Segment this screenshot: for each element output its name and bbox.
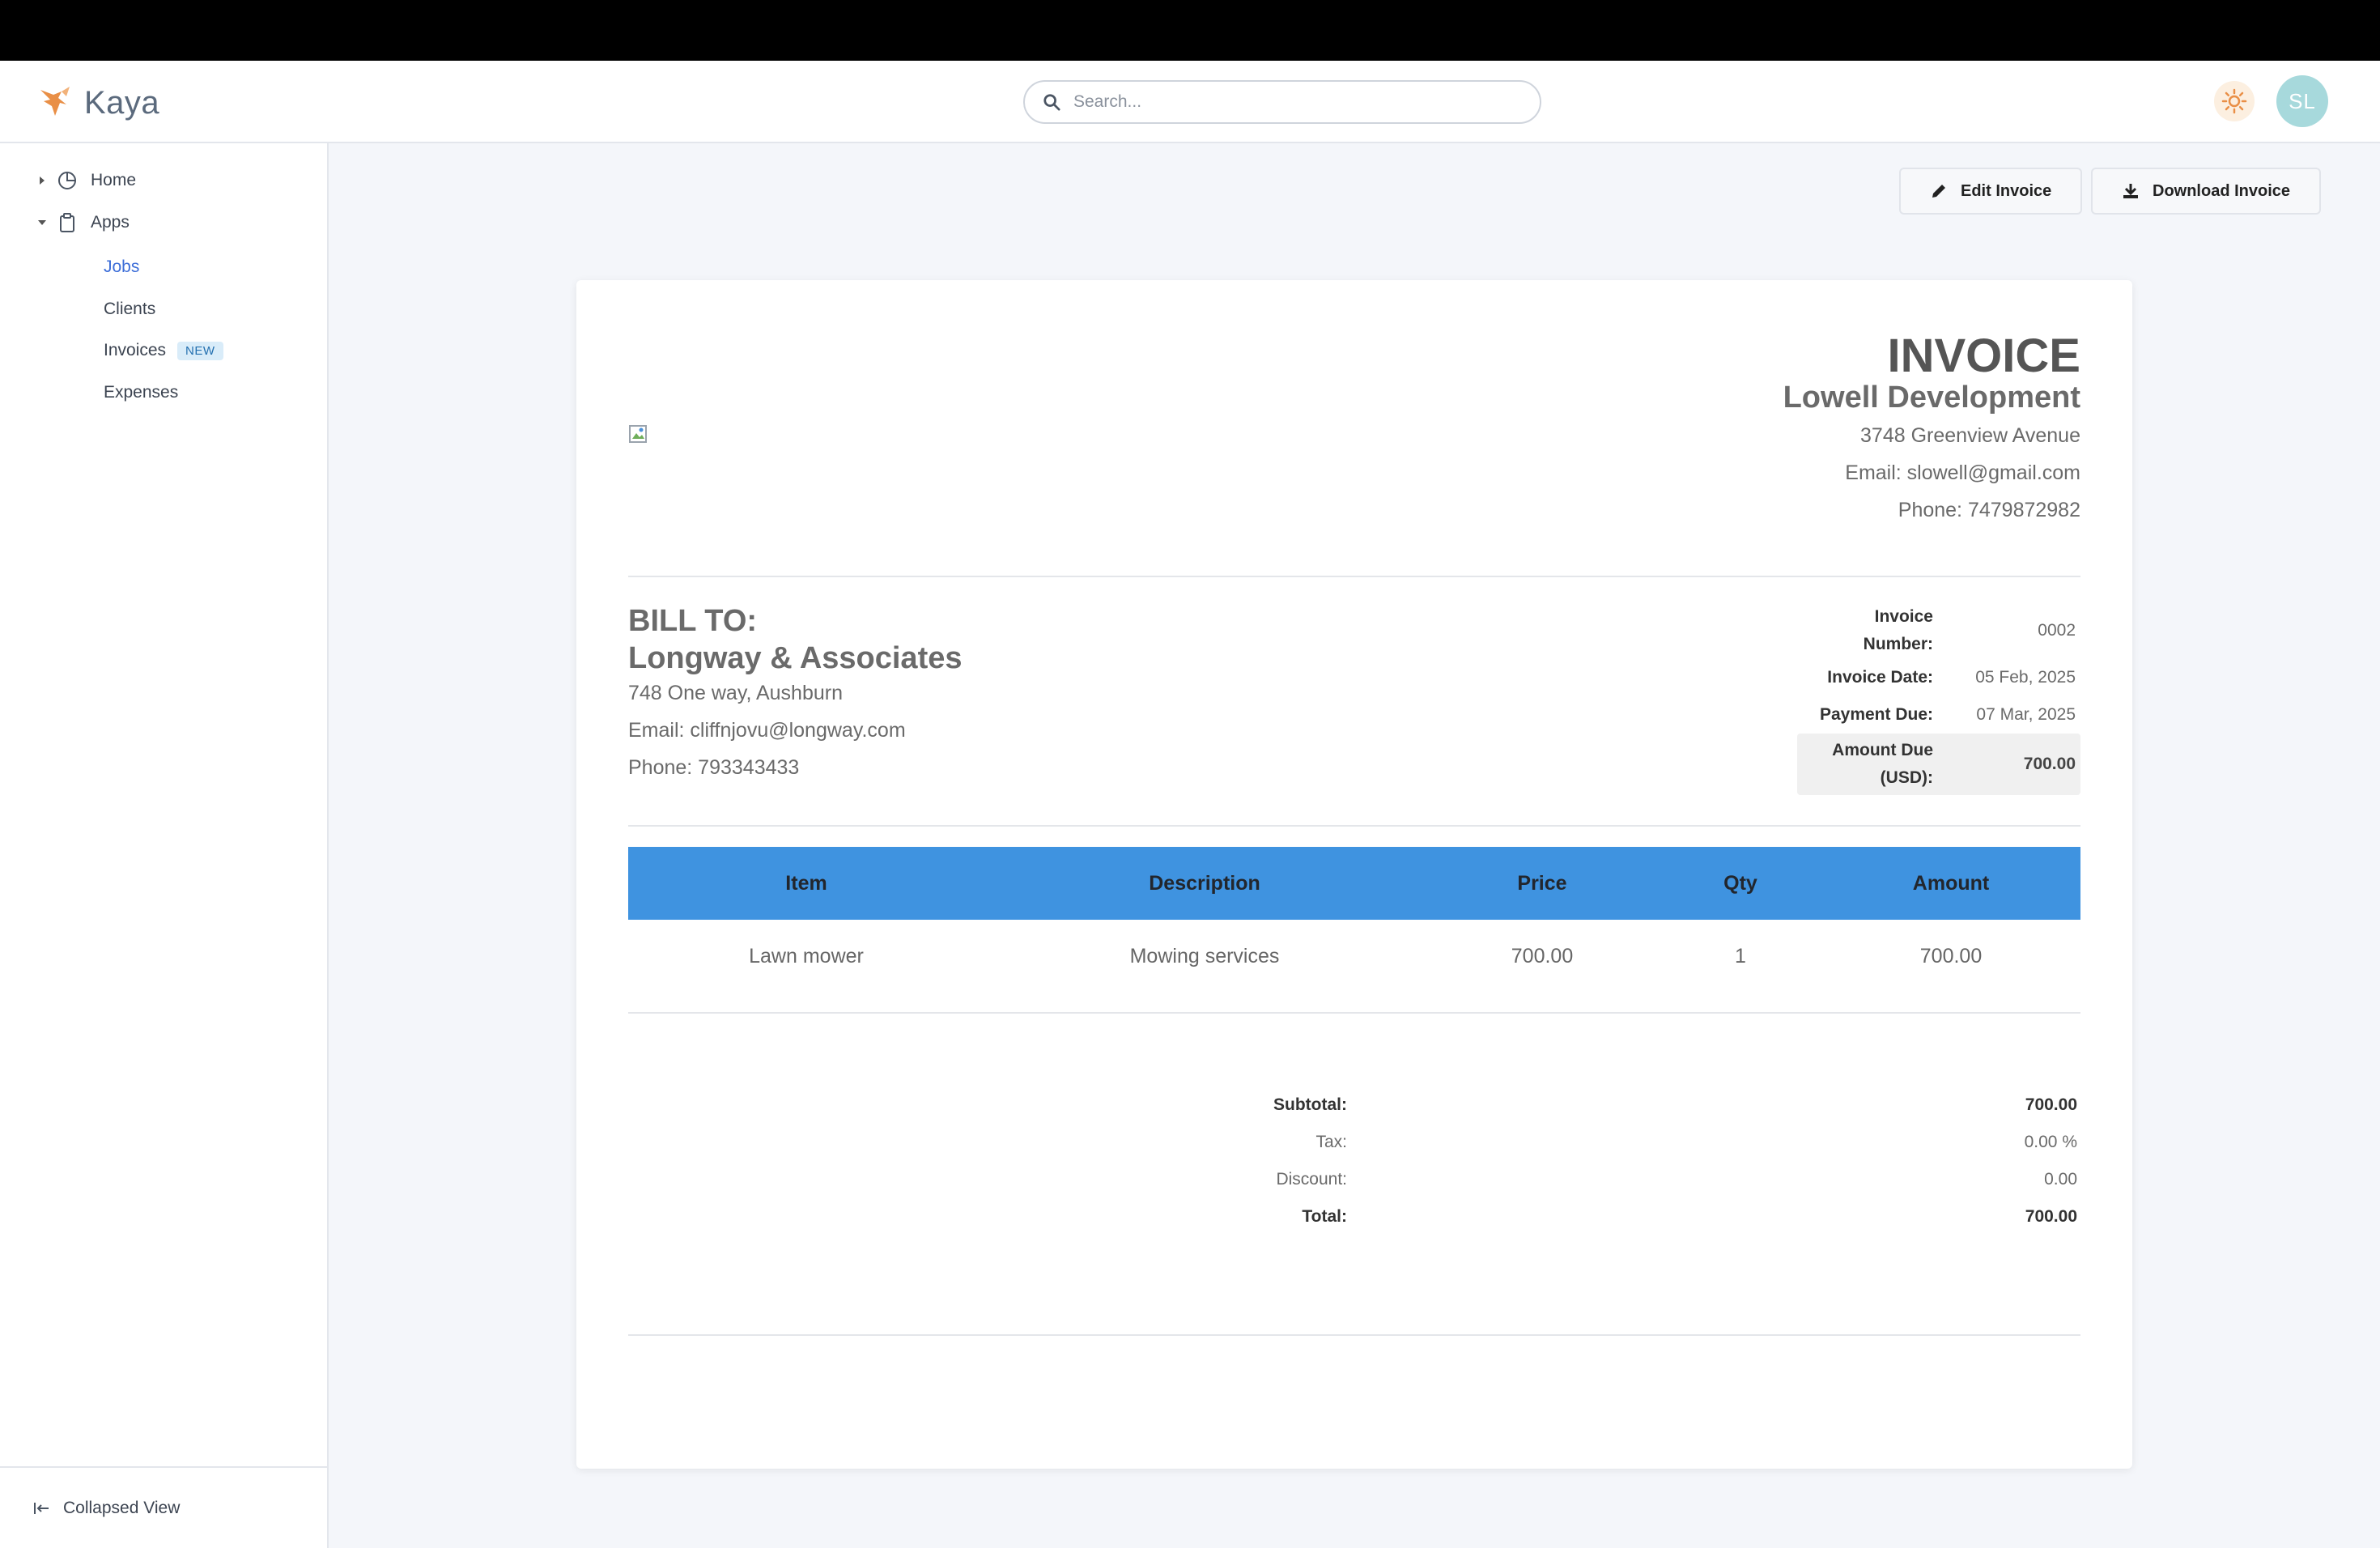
table-cell: 700.00 — [1919, 944, 1983, 968]
app-header: Kaya SL — [0, 61, 2380, 143]
download-invoice-button[interactable]: Download Invoice — [2091, 168, 2322, 215]
search-input[interactable] — [1073, 92, 1511, 112]
total-value: 700.00 — [2025, 1207, 2077, 1226]
edit-invoice-button[interactable]: Edit Invoice — [1899, 168, 2083, 215]
tax-label: Tax: — [1315, 1133, 1347, 1151]
invoice-title: INVOICE — [1887, 330, 2081, 382]
sender-phone: Phone: 7479872982 — [1898, 499, 2080, 521]
column-header: Item — [785, 871, 827, 895]
amount-due-value: 700.00 — [2023, 755, 2076, 773]
fox-logo-icon — [40, 87, 70, 116]
sidebar-item-label: Invoices — [104, 341, 167, 359]
caret-down-icon — [36, 216, 49, 229]
table-cell: 700.00 — [1511, 944, 1574, 968]
sidebar-item-invoices[interactable]: Invoices NEW — [104, 341, 223, 360]
discount-value: 0.00 — [2044, 1170, 2077, 1189]
sender-address: 3748 Greenview Avenue — [1860, 424, 2080, 447]
sidebar-item-expenses[interactable]: Expenses — [104, 383, 178, 402]
invoice-number-label: Invoice Number: — [1863, 607, 1933, 653]
search-icon — [1043, 94, 1060, 111]
invoice-date-value: 05 Feb, 2025 — [1975, 668, 2076, 687]
subtotal-value: 700.00 — [2025, 1095, 2077, 1114]
bill-to-heading: BILL TO: Longway & Associates — [628, 602, 963, 677]
new-badge: NEW — [177, 341, 223, 360]
bill-to-phone: Phone: 793343433 — [628, 756, 800, 779]
table-header: Item Description Price Qty Amount — [628, 847, 2080, 920]
line-items-table: Item Description Price Qty Amount Lawn m… — [628, 847, 2080, 993]
sidebar: Home Apps Jobs Clients Invoices NEW Expe… — [0, 143, 329, 1548]
sidebar-item-jobs[interactable]: Jobs — [104, 257, 139, 277]
invoice-date-label: Invoice Date: — [1827, 668, 1933, 687]
bill-to-label: BILL TO: — [628, 604, 758, 638]
divider — [628, 825, 2080, 827]
broken-image-icon — [629, 425, 647, 443]
sidebar-item-label: Clients — [104, 300, 156, 318]
sun-icon — [2221, 88, 2247, 114]
discount-label: Discount: — [1276, 1170, 1347, 1189]
sidebar-item-label: Home — [91, 171, 137, 189]
collapse-left-icon — [34, 1503, 49, 1514]
divider — [628, 576, 2080, 577]
tax-row: Tax: 0.00 % — [576, 1133, 2132, 1165]
divider — [628, 1012, 2080, 1014]
edit-invoice-label: Edit Invoice — [1961, 181, 2052, 200]
column-header: Qty — [1723, 871, 1757, 895]
subtotal-row: Subtotal: 700.00 — [576, 1095, 2132, 1128]
table-cell: 1 — [1735, 944, 1746, 968]
column-header: Amount — [1912, 871, 1990, 895]
collapse-sidebar-button[interactable]: Collapsed View — [32, 1499, 180, 1518]
sidebar-item-label: Apps — [91, 213, 130, 232]
sender-email: Email: slowell@gmail.com — [1845, 461, 2080, 484]
invoice-meta: Invoice Number: 0002 Invoice Date: 05 Fe… — [1797, 602, 2080, 795]
table-cell: Lawn mower — [749, 944, 864, 968]
download-invoice-label: Download Invoice — [2153, 181, 2291, 200]
amount-due-row: Amount Due (USD): 700.00 — [1797, 734, 2080, 795]
sidebar-item-home[interactable]: Home — [36, 170, 136, 191]
search-bar[interactable] — [1023, 80, 1541, 124]
sidebar-footer: Collapsed View — [0, 1466, 327, 1548]
app-name: Kaya — [84, 84, 160, 121]
bill-to-company: Longway & Associates — [628, 641, 963, 675]
divider — [628, 1334, 2080, 1336]
invoice-document: INVOICE Lowell Development 3748 Greenvie… — [576, 280, 2132, 1469]
discount-row: Discount: 0.00 — [576, 1170, 2132, 1202]
amount-due-label: Amount Due (USD): — [1832, 741, 1933, 787]
payment-due-row: Payment Due: 07 Mar, 2025 — [1797, 696, 2080, 734]
invoice-number-value: 0002 — [2038, 621, 2076, 640]
pie-chart-icon — [58, 172, 76, 189]
download-icon — [2123, 184, 2138, 198]
pencil-icon — [1932, 185, 1945, 198]
invoice-number-row: Invoice Number: 0002 — [1797, 602, 2080, 659]
table-cell: Mowing services — [1129, 944, 1280, 968]
payment-due-label: Payment Due: — [1819, 705, 1933, 724]
table-row: Lawn mower Mowing services 700.00 1 700.… — [628, 920, 2080, 993]
theme-toggle-button[interactable] — [2214, 81, 2255, 121]
total-row: Total: 700.00 — [576, 1207, 2132, 1240]
app-logo[interactable]: Kaya — [37, 83, 159, 122]
sender-company: Lowell Development — [1783, 381, 2080, 415]
window-top-bar — [0, 0, 2380, 61]
sidebar-item-label: Expenses — [104, 383, 179, 402]
bill-to-email: Email: cliffnjovu@longway.com — [628, 719, 906, 742]
caret-right-icon — [36, 174, 49, 187]
sidebar-item-apps[interactable]: Apps — [36, 212, 130, 233]
user-avatar[interactable]: SL — [2276, 75, 2328, 127]
column-header: Price — [1517, 871, 1567, 895]
tax-value: 0.00 % — [2024, 1133, 2077, 1151]
total-label: Total: — [1302, 1207, 1347, 1226]
collapse-label: Collapsed View — [63, 1499, 181, 1517]
column-header: Description — [1149, 871, 1260, 895]
sidebar-item-label: Jobs — [104, 257, 140, 276]
payment-due-value: 07 Mar, 2025 — [1976, 705, 2076, 724]
invoice-date-row: Invoice Date: 05 Feb, 2025 — [1797, 659, 2080, 696]
subtotal-label: Subtotal: — [1273, 1095, 1347, 1114]
sidebar-item-clients[interactable]: Clients — [104, 300, 155, 319]
clipboard-icon — [60, 213, 74, 232]
bill-to-address: 748 One way, Aushburn — [628, 682, 843, 704]
